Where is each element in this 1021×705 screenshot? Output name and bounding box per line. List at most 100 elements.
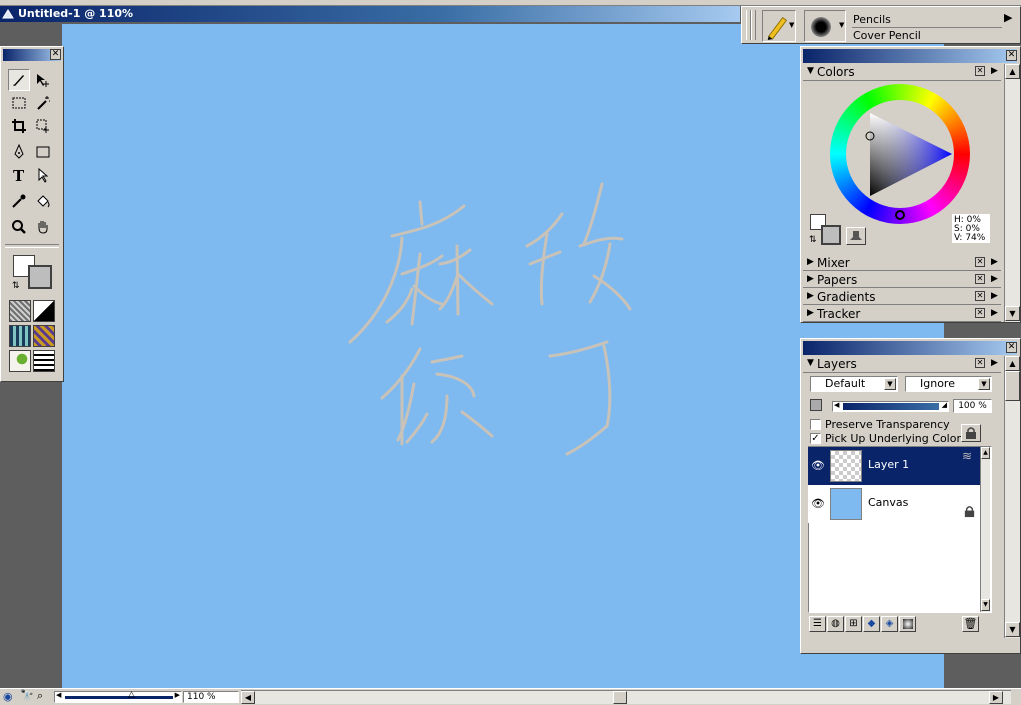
pick-up-underlying-checkbox[interactable]: ✓ <box>810 433 821 444</box>
mixer-section-header[interactable]: ▶ Mixer ✕ ▶ <box>803 255 1001 271</box>
panel-menu-arrow-icon[interactable]: ▶ <box>991 358 998 368</box>
palette-close-icon[interactable]: ✕ <box>1006 342 1017 353</box>
delete-layer-icon[interactable]: 🗑 <box>962 616 979 632</box>
swap-colors-icon[interactable]: ⇅ <box>12 281 20 291</box>
weaving-selector-icon[interactable] <box>33 325 55 347</box>
opacity-slider[interactable]: ◀ ◢ <box>832 401 949 412</box>
pen-icon[interactable] <box>8 141 30 163</box>
scroll-left-icon[interactable]: ◀ <box>241 691 255 704</box>
painter-app-icon <box>2 9 14 19</box>
scroll-down-icon[interactable]: ▼ <box>1005 306 1020 321</box>
layer-mask-icon[interactable]: ◆ <box>863 616 880 632</box>
scroll-thumb[interactable] <box>1005 371 1020 401</box>
palette-titlebar[interactable] <box>803 49 1017 63</box>
colors-palette-scrollbar[interactable]: ▲ ▼ <box>1004 64 1020 322</box>
brush-variant-selector[interactable]: ▼ <box>804 10 846 42</box>
magnifier-icon[interactable]: ⌕ <box>37 689 43 703</box>
slider-left-arrow-icon[interactable]: ◀ <box>56 691 61 699</box>
paint-bucket-icon[interactable] <box>32 190 54 212</box>
scroll-up-icon[interactable]: ▲ <box>1005 356 1020 371</box>
papers-section-header[interactable]: ▶ Papers ✕ ▶ <box>803 272 1001 288</box>
slider-left-arrow-icon[interactable]: ◀ <box>834 401 839 409</box>
opacity-field[interactable]: 100 % <box>953 399 992 413</box>
scroll-down-icon[interactable]: ▼ <box>981 599 990 611</box>
transform-icon[interactable] <box>32 115 54 137</box>
panel-menu-arrow-icon[interactable]: ▶ <box>991 274 998 284</box>
visibility-eye-icon[interactable]: 👁 <box>811 497 825 510</box>
text-icon[interactable]: T <box>8 164 30 186</box>
additional-color-swatch[interactable] <box>821 225 841 245</box>
clone-color-icon[interactable] <box>846 227 866 245</box>
palette-close-icon[interactable]: ✕ <box>1006 50 1017 61</box>
brush-category-selector[interactable]: ▼ <box>762 10 796 42</box>
dynamic-plugins-icon[interactable]: ◍ <box>827 616 844 632</box>
scroll-down-icon[interactable]: ▼ <box>1005 622 1020 637</box>
zoom-thumb-icon[interactable]: △ <box>128 690 135 700</box>
document-title-bar[interactable]: Untitled-1 @ 110% <box>0 6 740 22</box>
close-icon[interactable]: ✕ <box>975 308 985 318</box>
new-layer-icon[interactable]: ⊞ <box>845 616 862 632</box>
panel-menu-arrow-icon[interactable]: ▶ <box>991 291 998 301</box>
nozzle-selector-icon[interactable] <box>9 350 31 372</box>
layer-commands-icon[interactable]: ☰ <box>809 616 826 632</box>
close-icon[interactable]: ✕ <box>975 257 985 267</box>
rect-select-icon[interactable] <box>8 92 30 114</box>
tracker-section-header[interactable]: ▶ Tracker ✕ ▶ <box>803 306 1001 322</box>
globe-icon[interactable]: ◉ <box>3 690 13 703</box>
layers-palette-scrollbar[interactable]: ▲ ▼ <box>1004 356 1020 638</box>
magic-wand-icon[interactable] <box>32 92 54 114</box>
zoom-slider[interactable]: ◀ △ ▶ <box>54 690 182 703</box>
dropper-icon[interactable] <box>8 190 30 212</box>
additional-color-swatch[interactable] <box>28 265 52 289</box>
gradients-section-header[interactable]: ▶ Gradients ✕ ▶ <box>803 289 1001 305</box>
paper-selector-icon[interactable] <box>9 300 31 322</box>
layer-row-canvas[interactable]: 👁 Canvas <box>808 485 980 523</box>
new-mask-icon[interactable]: ◈ <box>881 616 898 632</box>
colors-section-header[interactable]: ▼ Colors ✕ ▶ <box>803 64 1001 81</box>
look-selector-icon[interactable] <box>33 350 55 372</box>
swap-colors-icon[interactable]: ⇅ <box>809 235 817 245</box>
zoom-field[interactable]: 110 % <box>183 691 239 703</box>
layer-row-layer-1[interactable]: 👁 Layer 1 ≋ <box>808 447 980 485</box>
visibility-eye-icon[interactable]: 👁 <box>811 459 825 472</box>
toolbox-close-icon[interactable]: ✕ <box>50 49 61 60</box>
slider-thumb-icon[interactable]: ◢ <box>942 401 947 409</box>
panel-menu-arrow-icon[interactable]: ▶ <box>991 308 998 318</box>
palette-titlebar[interactable] <box>803 341 1017 355</box>
saturation-value-triangle[interactable] <box>830 84 970 224</box>
lock-icon[interactable] <box>961 424 981 442</box>
brush-property-bar: ▼ ▼ Pencils Cover Pencil ▶ <box>741 6 1021 44</box>
grabber-icon[interactable] <box>32 216 54 238</box>
grip-handle <box>751 10 756 40</box>
binoculars-icon[interactable]: 🔭 <box>20 689 34 702</box>
rectangle-icon[interactable] <box>32 141 54 163</box>
composite-depth-select[interactable]: Ignore ▼ <box>905 376 992 392</box>
crop-icon[interactable] <box>8 115 30 137</box>
horizontal-scrollbar[interactable]: ◀ ▶ <box>241 690 1011 704</box>
scroll-up-icon[interactable]: ▲ <box>981 447 990 459</box>
selection-arrow-icon[interactable] <box>32 164 54 186</box>
close-icon[interactable]: ✕ <box>975 358 985 368</box>
magnifier-icon[interactable] <box>8 216 30 238</box>
layers-section-header[interactable]: ▼ Layers ✕ ▶ <box>803 356 1001 373</box>
brush-icon[interactable] <box>8 69 30 91</box>
panel-menu-arrow-icon[interactable]: ▶ <box>991 66 998 76</box>
close-icon[interactable]: ✕ <box>975 291 985 301</box>
scroll-up-icon[interactable]: ▲ <box>1005 64 1020 79</box>
gradient-selector-icon[interactable] <box>33 300 55 322</box>
panel-menu-arrow-icon[interactable]: ▶ <box>991 257 998 267</box>
scroll-right-icon[interactable]: ▶ <box>989 691 1003 704</box>
layer-adjuster-icon[interactable] <box>32 69 54 91</box>
scroll-thumb[interactable] <box>613 691 627 704</box>
preserve-transparency-checkbox[interactable] <box>810 419 821 430</box>
pattern-selector-icon[interactable] <box>9 325 31 347</box>
close-icon[interactable]: ✕ <box>975 66 985 76</box>
composite-method-select[interactable]: Default ▼ <box>810 376 898 392</box>
create-layer-mask-icon[interactable] <box>899 616 916 632</box>
layer-list-scrollbar[interactable]: ▲ ▼ <box>980 447 990 612</box>
hue-picker[interactable] <box>895 210 905 220</box>
slider-right-arrow-icon[interactable]: ▶ <box>175 691 180 699</box>
stroke <box>456 272 494 306</box>
close-icon[interactable]: ✕ <box>975 274 985 284</box>
panel-menu-arrow-icon[interactable]: ▶ <box>1004 11 1012 24</box>
